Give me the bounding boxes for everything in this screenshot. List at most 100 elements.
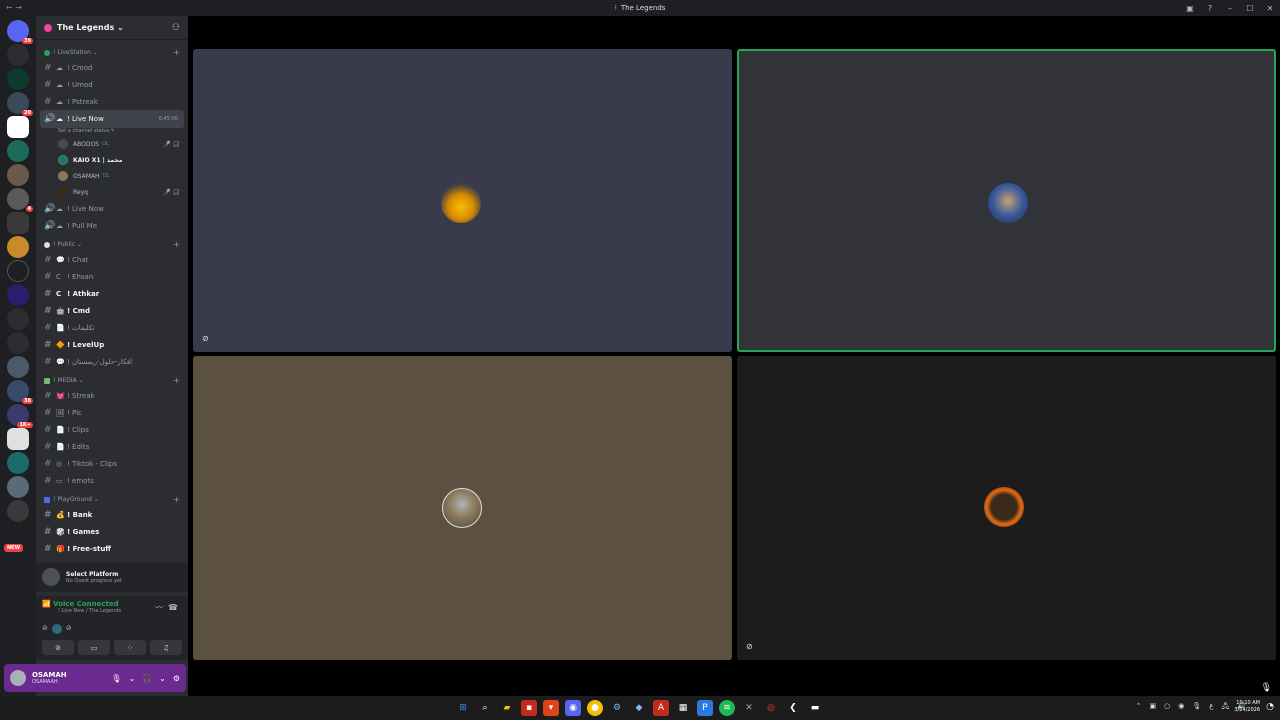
voice-channel[interactable]: 🔊 ☁ ! Pull Me: [36, 217, 188, 234]
add-member-icon[interactable]: ⚇: [172, 23, 180, 33]
channel-item[interactable]: # 💬! Chat: [36, 251, 188, 268]
channel-item[interactable]: # 📄! Edits: [36, 438, 188, 455]
app-icon[interactable]: ✕: [741, 700, 757, 716]
inbox-icon[interactable]: ▣: [1180, 4, 1200, 13]
add-channel-icon[interactable]: +: [173, 48, 180, 57]
screen-share-button[interactable]: ▭: [78, 640, 110, 655]
avatar[interactable]: [10, 670, 26, 686]
activities-button[interactable]: ⁘: [114, 640, 146, 655]
channel-item[interactable]: # 🖼! Pic: [36, 404, 188, 421]
server-icon[interactable]: [7, 44, 29, 66]
notification-icon[interactable]: ◔: [1266, 702, 1274, 712]
app-icon[interactable]: ▪: [521, 700, 537, 716]
channel-item[interactable]: # ◎ ! Tiktok - Clips: [36, 455, 188, 472]
voice-channel-live-now-active[interactable]: 🔊 ☁ ! Live Now 6:45:06: [40, 110, 184, 128]
app-icon[interactable]: ◎: [763, 700, 779, 716]
search-icon[interactable]: ⌕: [477, 700, 493, 716]
tray-icon[interactable]: ○: [1164, 702, 1170, 713]
server-icon[interactable]: 20: [7, 92, 33, 116]
channel-item[interactable]: # 💰! Bank: [36, 506, 188, 523]
channel-item[interactable]: # ☁ ! Pstreak: [36, 93, 188, 110]
app-icon[interactable]: P: [697, 700, 713, 716]
server-icon[interactable]: 38: [7, 380, 33, 404]
spotify-icon[interactable]: ≋: [719, 700, 735, 716]
windows-start-icon[interactable]: ⊞: [455, 700, 471, 716]
server-icon[interactable]: [7, 236, 29, 258]
maximize-button[interactable]: ☐: [1240, 4, 1260, 13]
minimize-button[interactable]: –: [1220, 4, 1240, 13]
voice-user[interactable]: Reyq 🎤̸ 🎧̸: [36, 184, 188, 200]
server-icon[interactable]: [7, 164, 29, 186]
voice-user[interactable]: KAIO X1 | محمد: [36, 152, 188, 168]
chevron-down-icon[interactable]: ⌄: [159, 674, 166, 683]
server-icon[interactable]: [7, 332, 29, 354]
tray-icon[interactable]: ▣: [1150, 702, 1157, 713]
gear-icon[interactable]: ⚙: [173, 674, 180, 683]
server-icon[interactable]: 1K+: [7, 404, 33, 428]
chevron-down-icon[interactable]: ⌄: [128, 674, 135, 683]
category-public[interactable]: ! Public ⌄ +: [36, 238, 188, 251]
noise-suppression-icon[interactable]: 〰: [155, 603, 163, 612]
server-icon[interactable]: [7, 500, 29, 522]
direct-messages-icon[interactable]: 39: [7, 20, 33, 44]
app-icon[interactable]: A: [653, 700, 669, 716]
app-icon[interactable]: ●: [587, 700, 603, 716]
channel-item[interactable]: # C ! Ehsan: [36, 268, 188, 285]
channel-item[interactable]: # ☁ ! Umod: [36, 76, 188, 93]
add-channel-icon[interactable]: +: [173, 495, 180, 504]
microphone-icon[interactable]: 🎙: [111, 674, 121, 683]
channel-item[interactable]: # ▭ ! emots: [36, 472, 188, 489]
microphone-icon[interactable]: 🎙: [1261, 683, 1272, 693]
server-icon-the-legends[interactable]: [7, 212, 29, 234]
brave-icon[interactable]: ▾: [543, 700, 559, 716]
quest-panel[interactable]: Select Platform No Quest progress yet: [36, 562, 188, 592]
channel-item[interactable]: # 💓! Streak: [36, 387, 188, 404]
microphone-icon[interactable]: 🎙: [1192, 702, 1201, 713]
server-icon[interactable]: [7, 140, 29, 162]
camera-button[interactable]: ⊘: [42, 640, 74, 655]
channel-item[interactable]: # 🤖! Cmd: [36, 302, 188, 319]
category-playground[interactable]: ! PlayGround ⌄ +: [36, 493, 188, 506]
channel-status[interactable]: Set a channel status ✎: [36, 128, 188, 136]
participant-tile-speaking[interactable]: [737, 49, 1276, 352]
tray-icon[interactable]: ◉: [1178, 702, 1184, 713]
file-explorer-icon[interactable]: ▰: [499, 700, 515, 716]
back-forward-icons[interactable]: ← →: [6, 3, 22, 12]
voice-channel[interactable]: 🔊 ☁ ! Live Now: [36, 200, 188, 217]
channel-item[interactable]: # 🎁! Free-stuff: [36, 540, 188, 557]
headphones-icon[interactable]: 🎧: [142, 674, 152, 683]
discord-icon[interactable]: ◉: [565, 700, 581, 716]
help-icon[interactable]: ?: [1200, 4, 1220, 13]
voice-user[interactable]: ABODOS OL 🎤̸ 🎧̸: [36, 136, 188, 152]
participant-tile[interactable]: ⊘: [193, 49, 732, 352]
app-icon[interactable]: ❮: [785, 700, 801, 716]
soundboard-button[interactable]: ♫: [150, 640, 182, 655]
steam-icon[interactable]: ⚙: [609, 700, 625, 716]
chevron-up-icon[interactable]: ⌃: [1136, 702, 1142, 713]
channel-item[interactable]: # 📄! Clips: [36, 421, 188, 438]
server-icon[interactable]: [7, 428, 29, 450]
close-button[interactable]: ✕: [1260, 4, 1280, 13]
add-channel-icon[interactable]: +: [173, 376, 180, 385]
app-icon[interactable]: ▦: [675, 700, 691, 716]
channel-item[interactable]: # 🔶! LevelUp: [36, 336, 188, 353]
guild-header[interactable]: The Legends ⌄ ⚇: [36, 16, 188, 40]
network-icon[interactable]: 🖧: [1221, 702, 1229, 713]
server-icon[interactable]: [7, 68, 29, 90]
server-icon[interactable]: [7, 452, 29, 474]
clock[interactable]: 10:10 AM 3/24/2026: [1234, 700, 1260, 714]
server-icon[interactable]: [7, 116, 29, 138]
server-icon[interactable]: [7, 308, 29, 330]
category-livestation[interactable]: ! LiveStation ⌄ +: [36, 46, 188, 59]
server-icon[interactable]: [7, 356, 29, 378]
channel-item[interactable]: # 💬! افكار-حلول-ريمستان: [36, 353, 188, 370]
server-icon[interactable]: [7, 476, 29, 498]
add-channel-icon[interactable]: +: [173, 240, 180, 249]
app-icon[interactable]: ◆: [631, 700, 647, 716]
participant-tile[interactable]: ⊘: [737, 356, 1276, 660]
channel-item[interactable]: # 🎲! Games: [36, 523, 188, 540]
channel-item[interactable]: # 📄! تكليفات: [36, 319, 188, 336]
server-icon[interactable]: [7, 260, 29, 282]
server-icon[interactable]: 4: [7, 188, 33, 212]
category-media[interactable]: ! MEDIA ⌄ +: [36, 374, 188, 387]
